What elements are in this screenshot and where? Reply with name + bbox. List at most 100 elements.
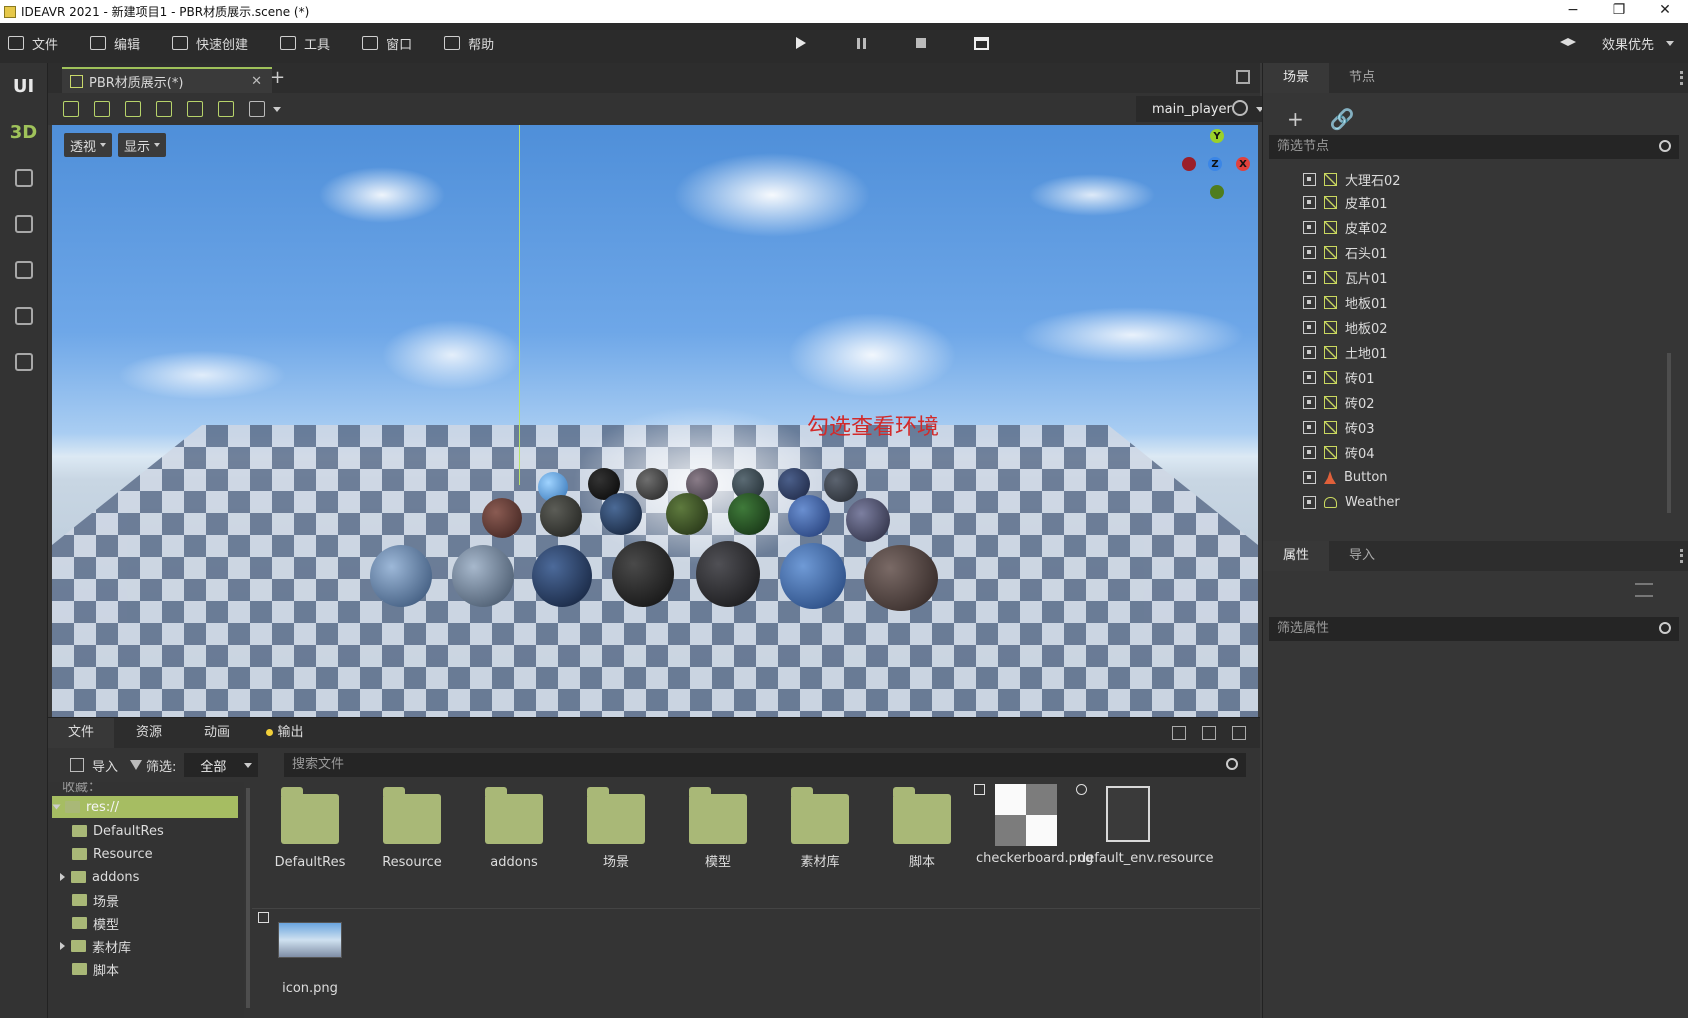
tree-node[interactable]: 地板01 bbox=[1303, 290, 1388, 315]
gizmo-x-axis[interactable]: X bbox=[1236, 157, 1250, 171]
visibility-checkbox[interactable] bbox=[1303, 371, 1316, 384]
visibility-checkbox[interactable] bbox=[1303, 196, 1316, 209]
snap-tool-icon[interactable] bbox=[218, 101, 234, 117]
ruler-icon[interactable] bbox=[249, 101, 265, 117]
list-view-icon[interactable] bbox=[1172, 726, 1186, 740]
graduation-cap-icon[interactable] bbox=[1559, 38, 1576, 46]
file-item-folder[interactable]: Resource bbox=[366, 787, 458, 872]
material-sphere[interactable] bbox=[864, 545, 938, 611]
chevron-right-icon[interactable] bbox=[60, 873, 65, 881]
chevron-down-icon[interactable] bbox=[273, 106, 281, 112]
file-item-folder[interactable]: 场景 bbox=[570, 787, 662, 872]
property-filter-input[interactable]: 筛选属性 bbox=[1269, 617, 1679, 641]
tree-node[interactable]: 土地01 bbox=[1303, 340, 1388, 365]
move-tool-icon[interactable] bbox=[94, 101, 110, 117]
file-item-folder[interactable]: 模型 bbox=[672, 787, 764, 872]
menu-quick-create[interactable]: 快速创建 bbox=[172, 34, 248, 53]
close-tab-button[interactable]: ✕ bbox=[251, 74, 262, 89]
more-options-icon[interactable] bbox=[1680, 549, 1683, 563]
material-sphere[interactable] bbox=[600, 493, 642, 535]
visibility-checkbox[interactable] bbox=[1303, 396, 1316, 409]
file-item-image[interactable]: icon.png bbox=[258, 912, 356, 998]
chevron-down-icon[interactable] bbox=[52, 804, 61, 810]
display-button[interactable]: 显示 bbox=[118, 133, 167, 157]
tree-item-scenes[interactable]: 场景 bbox=[72, 889, 119, 911]
tree-node[interactable]: 地板02 bbox=[1303, 315, 1388, 340]
stop-button[interactable] bbox=[910, 33, 932, 53]
search-icon[interactable] bbox=[1226, 758, 1238, 770]
file-tree-scrollbar[interactable] bbox=[246, 788, 250, 1008]
minimize-button[interactable]: − bbox=[1550, 0, 1596, 23]
visibility-checkbox[interactable] bbox=[1303, 173, 1316, 186]
tab-import[interactable]: 导入 bbox=[1329, 541, 1395, 571]
scene-tree-scrollbar[interactable] bbox=[1667, 353, 1671, 513]
menu-edit[interactable]: 编辑 bbox=[90, 34, 140, 53]
import-button[interactable]: 导入 bbox=[70, 756, 118, 775]
tree-item-resource[interactable]: Resource bbox=[72, 843, 153, 865]
device-button[interactable] bbox=[0, 339, 47, 385]
gear-icon[interactable] bbox=[1232, 100, 1248, 116]
material-sphere[interactable] bbox=[846, 498, 890, 542]
visibility-checkbox[interactable] bbox=[1303, 246, 1316, 259]
tree-node[interactable]: Button bbox=[1303, 465, 1388, 490]
material-sphere[interactable] bbox=[482, 498, 522, 538]
material-sphere[interactable] bbox=[636, 468, 668, 500]
tree-node[interactable]: 皮革01 bbox=[1303, 190, 1388, 215]
tab-resources[interactable]: 资源 bbox=[116, 718, 182, 748]
tree-node[interactable]: 砖03 bbox=[1303, 415, 1375, 440]
material-sphere[interactable] bbox=[780, 543, 846, 609]
visibility-checkbox[interactable] bbox=[1303, 221, 1316, 234]
visibility-checkbox[interactable] bbox=[1303, 296, 1316, 309]
sliders-icon[interactable] bbox=[1635, 583, 1653, 597]
grid-view-icon[interactable] bbox=[1202, 726, 1216, 740]
tree-item-scripts[interactable]: 脚本 bbox=[72, 958, 119, 980]
visibility-checkbox[interactable] bbox=[1303, 496, 1316, 509]
orientation-gizmo[interactable]: Y X Z bbox=[1180, 129, 1254, 203]
rotate-tool-icon[interactable] bbox=[125, 101, 141, 117]
file-item-folder[interactable]: DefaultRes bbox=[264, 787, 356, 872]
tree-item-assets[interactable]: 素材库 bbox=[60, 935, 131, 957]
add-node-icon[interactable]: + bbox=[1287, 107, 1304, 131]
visibility-checkbox[interactable] bbox=[1303, 446, 1316, 459]
visibility-checkbox[interactable] bbox=[1303, 421, 1316, 434]
favorites-row[interactable]: 收藏： bbox=[62, 782, 101, 796]
search-icon[interactable] bbox=[1659, 140, 1671, 152]
material-sphere[interactable] bbox=[728, 493, 770, 535]
node-filter-input[interactable]: 筛选节点 bbox=[1269, 135, 1679, 159]
download-icon[interactable] bbox=[1232, 726, 1246, 740]
visibility-checkbox[interactable] bbox=[1303, 471, 1316, 484]
3d-mode-button[interactable]: 3D bbox=[0, 109, 47, 155]
fullscreen-icon[interactable] bbox=[1236, 70, 1250, 84]
material-sphere[interactable] bbox=[452, 545, 514, 607]
more-options-icon[interactable] bbox=[1680, 71, 1683, 85]
tree-node[interactable]: 砖01 bbox=[1303, 365, 1375, 390]
material-sphere[interactable] bbox=[370, 545, 432, 607]
tree-item-models[interactable]: 模型 bbox=[72, 912, 119, 934]
file-item-resource[interactable]: default_env.resource bbox=[1076, 784, 1214, 868]
menu-help[interactable]: 帮助 bbox=[444, 34, 494, 53]
gizmo-neg-x[interactable] bbox=[1182, 157, 1196, 171]
tab-scene-tree[interactable]: 场景 bbox=[1263, 63, 1329, 93]
tree-node[interactable]: 皮革02 bbox=[1303, 215, 1388, 240]
chevron-right-icon[interactable] bbox=[60, 942, 65, 950]
file-item-image[interactable]: checkerboard.png bbox=[974, 784, 1093, 868]
menu-window[interactable]: 窗口 bbox=[362, 34, 412, 53]
tab-files[interactable]: 文件 bbox=[48, 718, 114, 748]
tab-nodes[interactable]: 节点 bbox=[1329, 63, 1395, 93]
visibility-checkbox[interactable] bbox=[1303, 271, 1316, 284]
add-tab-button[interactable]: + bbox=[270, 67, 285, 88]
material-sphere[interactable] bbox=[788, 495, 830, 537]
select-tool-icon[interactable] bbox=[63, 101, 79, 117]
tab-scene[interactable]: PBR材质展示(*) ✕ bbox=[62, 67, 272, 93]
tree-node[interactable]: 瓦片01 bbox=[1303, 265, 1388, 290]
link-icon[interactable]: 🔗 bbox=[1330, 107, 1355, 131]
gizmo-neg-y[interactable] bbox=[1210, 185, 1224, 199]
tree-node[interactable]: 砖04 bbox=[1303, 440, 1375, 465]
pause-button[interactable] bbox=[850, 33, 872, 53]
maximize-button[interactable]: ❐ bbox=[1596, 0, 1642, 23]
play-button[interactable] bbox=[790, 33, 812, 53]
material-sphere[interactable] bbox=[666, 493, 708, 535]
search-icon[interactable] bbox=[1659, 622, 1671, 634]
file-item-folder[interactable]: 脚本 bbox=[876, 787, 968, 872]
visibility-checkbox[interactable] bbox=[1303, 346, 1316, 359]
